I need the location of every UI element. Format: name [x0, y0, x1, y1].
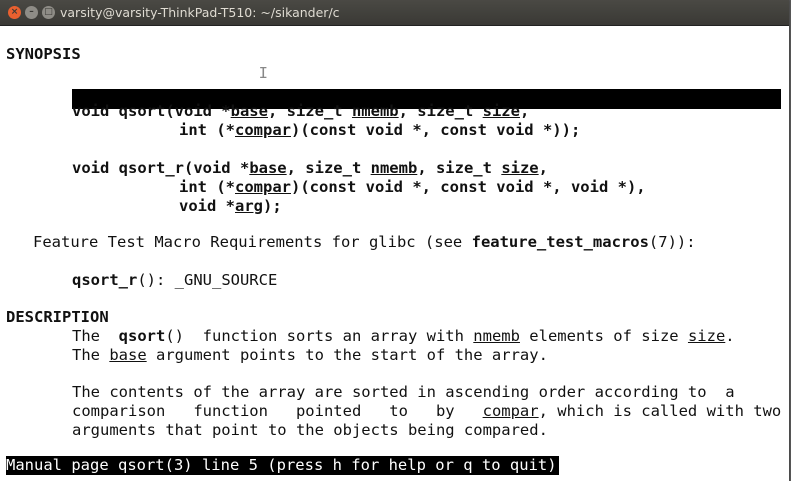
- include-text: #include <stdlib.h>: [72, 64, 250, 82]
- description-line-5: arguments that point to the objects bein…: [72, 421, 548, 439]
- description-line-3: The contents of the array are sorted in …: [72, 383, 735, 401]
- qsort-prototype-line2: int (*compar)(const void *, const void *…: [179, 121, 581, 139]
- minimize-icon[interactable]: –: [25, 6, 38, 19]
- qsortr-requirement-line: qsort_r(): _GNU_SOURCE: [72, 271, 278, 289]
- include-line: #include <stdlib.h> I: [72, 64, 268, 83]
- maximize-icon[interactable]: □: [42, 6, 55, 19]
- title-bar: × – □ varsity@varsity-ThinkPad-T510: ~/s…: [0, 0, 789, 26]
- text-cursor-icon: I: [258, 64, 268, 82]
- window-title: varsity@varsity-ThinkPad-T510: ~/sikande…: [60, 5, 340, 20]
- qsort-prototype-line1: void qsort(void *base, size_t nmemb, siz…: [72, 102, 530, 120]
- pager-status-bar: Manual page qsort(3) line 5 (press h for…: [6, 456, 559, 475]
- description-line-1: The qsort() function sorts an array with…: [72, 327, 735, 345]
- terminal-content[interactable]: SYNOPSIS #include <stdlib.h> I void qsor…: [0, 26, 789, 481]
- description-heading: DESCRIPTION: [6, 308, 109, 326]
- synopsis-heading: SYNOPSIS: [6, 45, 81, 63]
- qsortr-prototype-line3: void *arg);: [179, 197, 282, 215]
- feature-test-macro-line: Feature Test Macro Requirements for glib…: [33, 233, 696, 251]
- description-line-4: comparison function pointed to by compar…: [72, 402, 782, 420]
- terminal-window: × – □ varsity@varsity-ThinkPad-T510: ~/s…: [0, 0, 789, 481]
- close-icon[interactable]: ×: [8, 6, 21, 19]
- description-line-2: The base argument points to the start of…: [72, 346, 548, 364]
- qsortr-prototype-line1: void qsort_r(void *base, size_t nmemb, s…: [72, 159, 548, 177]
- qsortr-prototype-line2: int (*compar)(const void *, const void *…: [179, 178, 646, 196]
